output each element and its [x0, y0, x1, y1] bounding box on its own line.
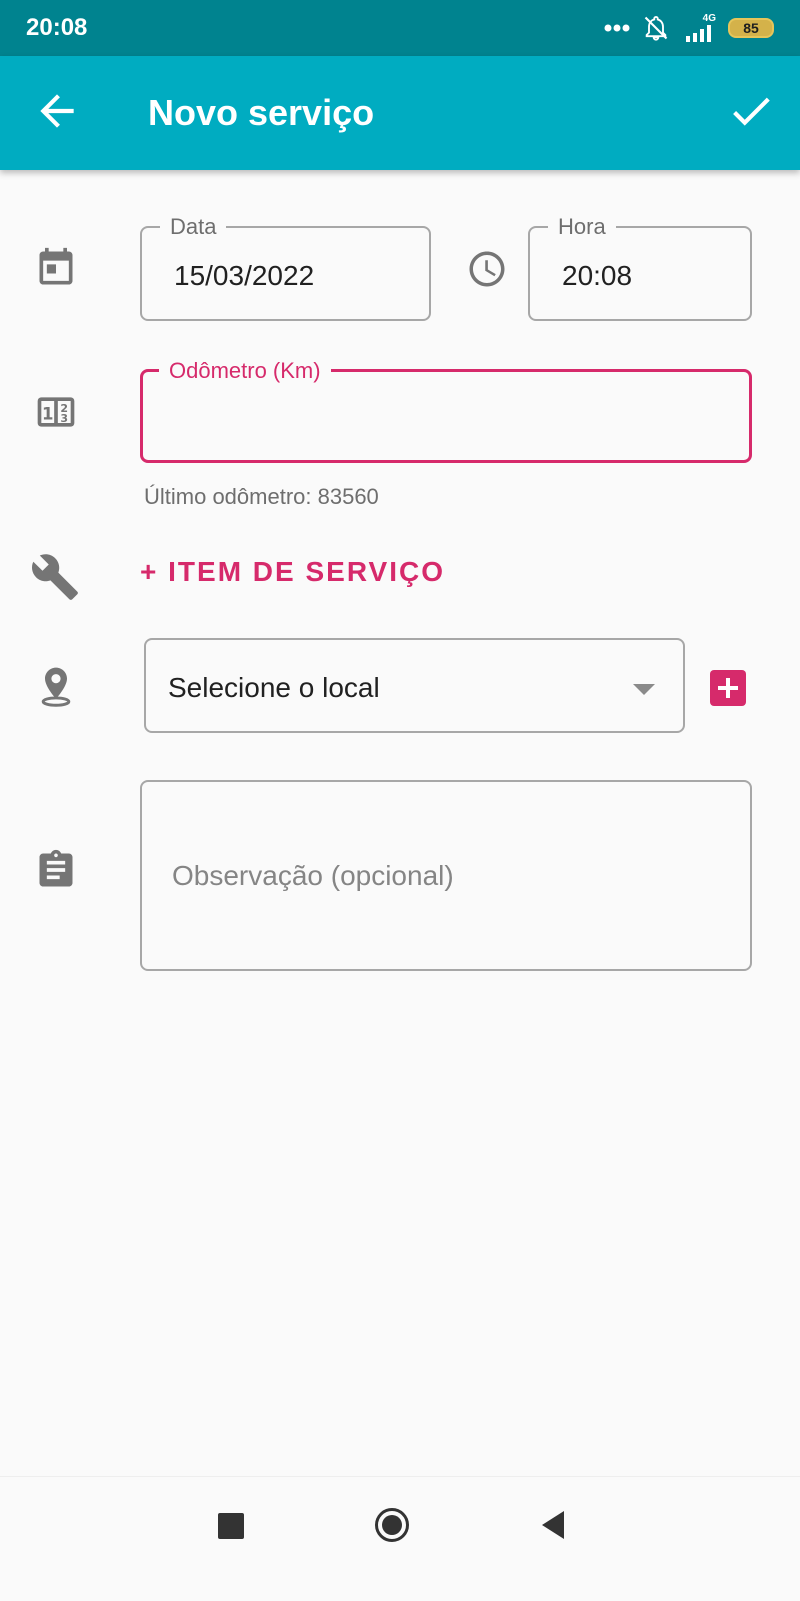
battery-icon: 85 [728, 18, 774, 38]
arrow-back-icon[interactable] [32, 86, 82, 136]
observation-field[interactable]: Observação (opcional) [140, 780, 752, 971]
date-label: Data [160, 214, 227, 240]
location-select[interactable]: Selecione o local [144, 638, 685, 733]
status-bar: 20:08 4G 85 [0, 0, 800, 56]
svg-text:1: 1 [42, 404, 53, 423]
clipboard-icon [39, 849, 73, 887]
location-pin-icon [41, 667, 71, 707]
date-value: 15/03/2022 [174, 260, 315, 291]
more-dots-icon [604, 24, 630, 32]
time-value: 20:08 [562, 260, 633, 291]
time-field[interactable]: Hora 20:08 [528, 214, 752, 321]
home-circle-icon[interactable] [374, 1507, 410, 1543]
status-time: 20:08 [26, 14, 88, 41]
app-bar: Novo serviço [0, 56, 800, 170]
add-service-item-button[interactable]: + ITEM DE SERVIÇO [140, 556, 445, 588]
notifications-off-icon [644, 15, 668, 41]
location-value: Selecione o local [168, 672, 380, 703]
signal-icon: 4G [682, 14, 716, 42]
observation-placeholder: Observação (opcional) [172, 860, 454, 891]
calendar-icon [39, 247, 73, 285]
back-triangle-icon[interactable] [538, 1505, 568, 1545]
status-icons: 4G 85 [604, 14, 774, 42]
add-location-button[interactable] [710, 670, 746, 706]
recents-square-icon[interactable] [218, 1513, 244, 1539]
wrench-icon [31, 554, 78, 600]
odometer-field[interactable]: Odômetro (Km) [140, 358, 752, 463]
odometer-label: Odômetro (Km) [159, 358, 331, 384]
dropdown-caret-icon [633, 684, 655, 695]
svg-text:3: 3 [60, 412, 68, 425]
odometer-icon: 1 2 3 [37, 397, 75, 427]
clock-icon [469, 251, 505, 287]
network-type: 4G [702, 13, 716, 24]
check-icon[interactable] [726, 86, 776, 136]
system-nav-bar [0, 1476, 800, 1601]
odometer-helper-text: Último odômetro: 83560 [144, 484, 379, 509]
time-label: Hora [548, 214, 616, 240]
page-title: Novo serviço [148, 92, 375, 133]
date-field[interactable]: Data 15/03/2022 [140, 214, 431, 321]
